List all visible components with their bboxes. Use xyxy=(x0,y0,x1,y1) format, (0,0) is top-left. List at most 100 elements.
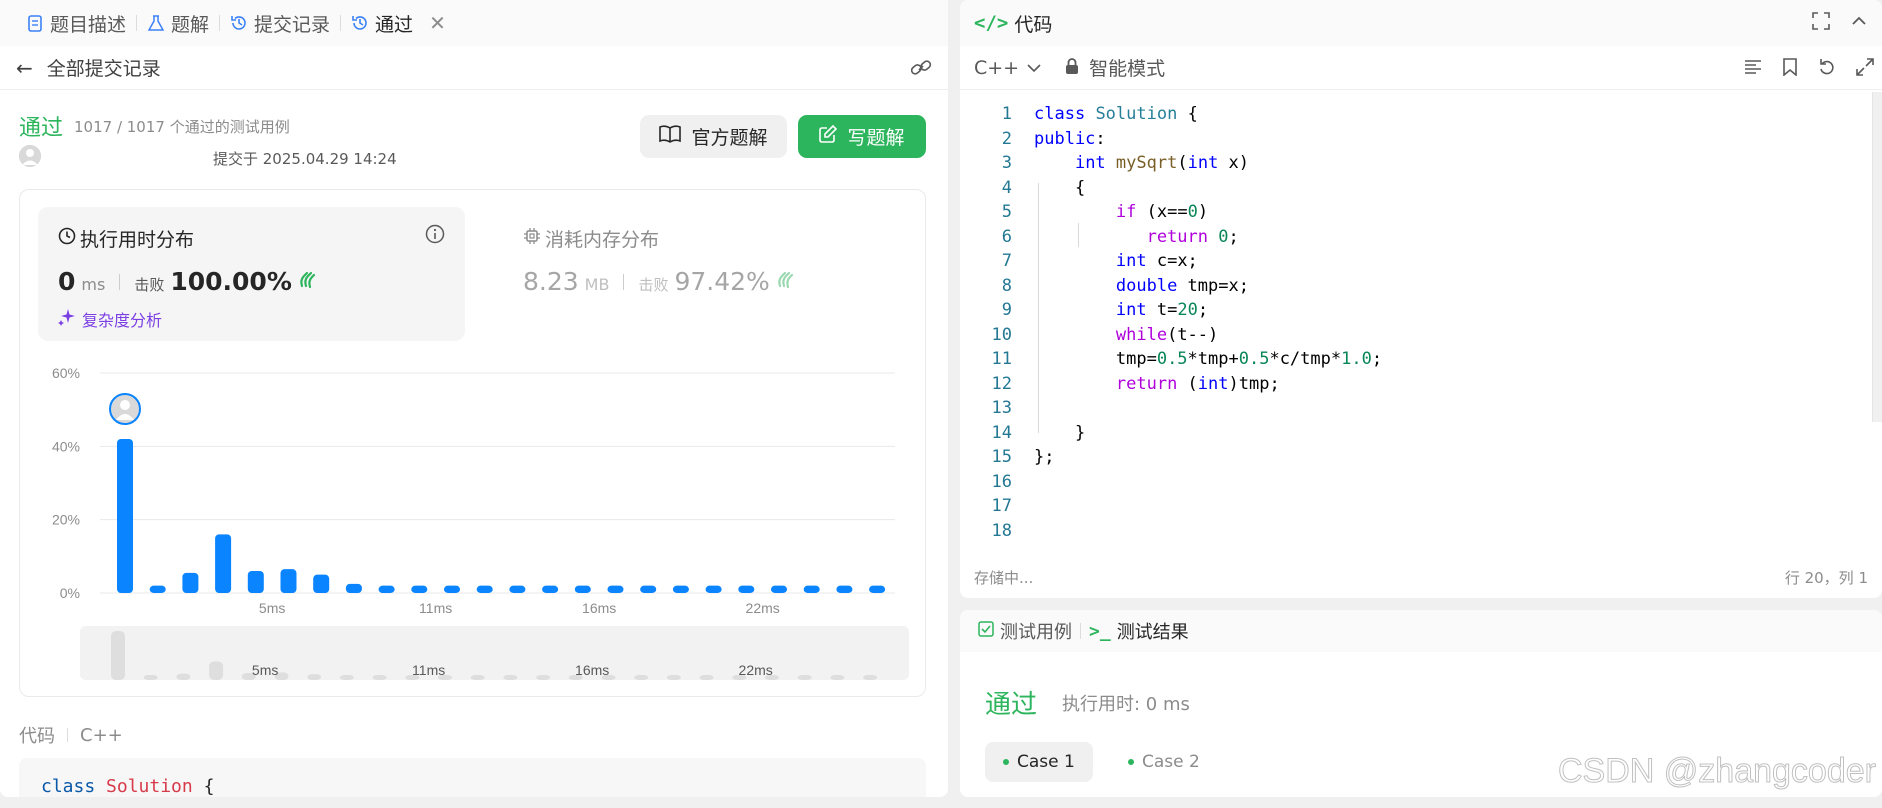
runtime-value: 0 xyxy=(58,267,76,296)
chart-bar[interactable] xyxy=(574,585,591,593)
smart-mode-label[interactable]: 智能模式 xyxy=(1089,54,1165,81)
code-line-5: if (x==0) xyxy=(1115,202,1209,222)
official-solution-button[interactable]: 官方题解 xyxy=(640,115,787,158)
line-number: 6 xyxy=(1001,226,1012,247)
arrow-left-icon[interactable]: ← xyxy=(16,56,33,80)
chart-bar[interactable] xyxy=(672,585,689,593)
code-line-6: return 0; xyxy=(1146,227,1239,247)
code-class-name: Solution xyxy=(106,776,193,797)
avatar[interactable] xyxy=(19,145,41,167)
chart-bar[interactable] xyxy=(869,585,886,593)
memory-title-label: 消耗内存分布 xyxy=(545,229,660,251)
fullscreen-icon[interactable] xyxy=(1812,12,1830,35)
test-result-status: 通过 xyxy=(985,690,1038,720)
language-select[interactable]: C++ xyxy=(974,57,1041,79)
runtime-distribution-chart[interactable]: 60% 40% 20% 0% 5ms 11ms 16ms 22ms xyxy=(20,355,925,625)
reset-icon[interactable] xyxy=(1818,58,1836,81)
result-status: 通过 xyxy=(19,116,64,141)
code-line-15: }; xyxy=(1034,447,1055,467)
memory-stat[interactable]: 消耗内存分布 8.23 MB 击败 97.42% xyxy=(503,207,903,341)
code-preview[interactable]: class Solution { xyxy=(19,758,926,797)
chart-bar[interactable] xyxy=(117,439,133,593)
tab-submissions-label: 提交记录 xyxy=(254,13,331,36)
tab-description[interactable]: 题目描述 xyxy=(16,0,136,46)
y-tick-label: 40% xyxy=(52,438,80,454)
pass-dot xyxy=(1003,759,1009,765)
chart-range-slider[interactable]: 5ms 11ms 16ms 22ms xyxy=(80,626,909,680)
left-tab-bar: 题目描述 题解 提交记录 通过 ✕ xyxy=(0,0,948,46)
chip-icon xyxy=(523,227,541,250)
complexity-analysis-link[interactable]: 复杂度分析 xyxy=(58,307,162,331)
line-number: 15 xyxy=(991,447,1012,467)
all-submissions-link[interactable]: 全部提交记录 xyxy=(47,54,161,81)
y-tick-label: 20% xyxy=(52,512,80,528)
chart-bar[interactable] xyxy=(476,585,493,593)
expand-icon[interactable] xyxy=(1856,58,1874,81)
minimap-label: 5ms xyxy=(252,662,278,678)
chart-bar[interactable] xyxy=(607,585,624,593)
line-number: 3 xyxy=(1001,153,1012,173)
editor-window-controls xyxy=(1812,12,1868,35)
tab-testcases[interactable]: 测试用例 xyxy=(978,618,1072,644)
sparkle-icon xyxy=(58,308,76,330)
editor-scrollbar[interactable] xyxy=(1872,92,1882,422)
close-icon[interactable]: ✕ xyxy=(429,11,446,35)
chart-bar[interactable] xyxy=(542,585,559,593)
chart-bar[interactable] xyxy=(640,585,657,593)
minimap-bar xyxy=(797,675,812,680)
editor-toolbar: C++ 智能模式 xyxy=(960,46,1882,90)
chart-bar[interactable] xyxy=(313,574,330,593)
runtime-beat-pct: 100.00% xyxy=(170,267,292,296)
chart-bar[interactable] xyxy=(411,585,428,593)
chart-bar[interactable] xyxy=(803,585,820,593)
chart-bar[interactable] xyxy=(182,572,199,593)
chart-bar[interactable] xyxy=(247,571,264,593)
chart-bar[interactable] xyxy=(771,585,787,593)
line-number: 11 xyxy=(991,349,1012,369)
x-tick-label: 16ms xyxy=(582,600,616,616)
chart-bar[interactable] xyxy=(705,585,722,593)
runtime-unit: ms xyxy=(81,275,106,294)
chart-bar[interactable] xyxy=(444,585,460,593)
bookmark-icon[interactable] xyxy=(1782,58,1798,81)
test-panel-tabs: 测试用例 >_ 测试结果 xyxy=(960,610,1882,652)
format-icon[interactable] xyxy=(1744,58,1762,81)
link-icon[interactable] xyxy=(910,58,932,83)
line-number: 10 xyxy=(991,324,1012,345)
chart-bar[interactable] xyxy=(836,585,853,593)
runtime-beat-label: 击败 xyxy=(134,276,165,294)
minimap-bar xyxy=(863,675,878,680)
chart-bar[interactable] xyxy=(509,585,526,593)
code-editor[interactable]: 1 2 3 4 5 6 7 8 9 10 11 12 13 14 15 16 17 18 class Soluti… xyxy=(960,92,1882,552)
edit-icon xyxy=(819,124,838,148)
clock-icon xyxy=(58,227,76,250)
chart-bar[interactable] xyxy=(280,569,297,593)
line-number: 9 xyxy=(1001,300,1012,320)
chart-bar[interactable] xyxy=(738,585,755,593)
chart-bar[interactable] xyxy=(345,583,362,593)
submission-time: 提交于 2025.04.29 14:24 xyxy=(213,150,397,168)
test-runtime: 执行用时: 0 ms xyxy=(1062,694,1190,715)
info-icon[interactable] xyxy=(425,224,445,248)
minimap-bar xyxy=(372,675,387,680)
chart-bar[interactable] xyxy=(215,534,232,593)
write-solution-button[interactable]: 写题解 xyxy=(798,115,926,158)
editor-tool-icons xyxy=(1744,58,1874,81)
line-number: 16 xyxy=(991,471,1012,492)
tab-test-result[interactable]: >_ 测试结果 xyxy=(1089,618,1189,644)
tab-passed[interactable]: 通过 ✕ xyxy=(341,0,456,46)
case-tab-1[interactable]: Case 1 xyxy=(985,742,1093,782)
tab-solutions[interactable]: 题解 xyxy=(137,0,219,46)
code-line-8: double tmp=x; xyxy=(1115,276,1249,296)
runtime-stat[interactable]: 执行用时分布 0 ms 击败 100.00% 复杂度分析 xyxy=(38,207,465,341)
chart-bar[interactable] xyxy=(149,585,166,593)
tab-submissions[interactable]: 提交记录 xyxy=(220,0,340,46)
chart-bar[interactable] xyxy=(378,585,395,593)
case-tab-2[interactable]: Case 2 xyxy=(1110,742,1218,782)
minimap-label: 16ms xyxy=(575,662,609,678)
memory-value: 8.23 xyxy=(523,267,579,296)
cursor-position: 行 20，列 1 xyxy=(1784,569,1868,587)
chevron-up-icon[interactable] xyxy=(1850,12,1868,35)
code-language: C++ xyxy=(80,724,123,746)
minimap-bar xyxy=(536,675,551,680)
